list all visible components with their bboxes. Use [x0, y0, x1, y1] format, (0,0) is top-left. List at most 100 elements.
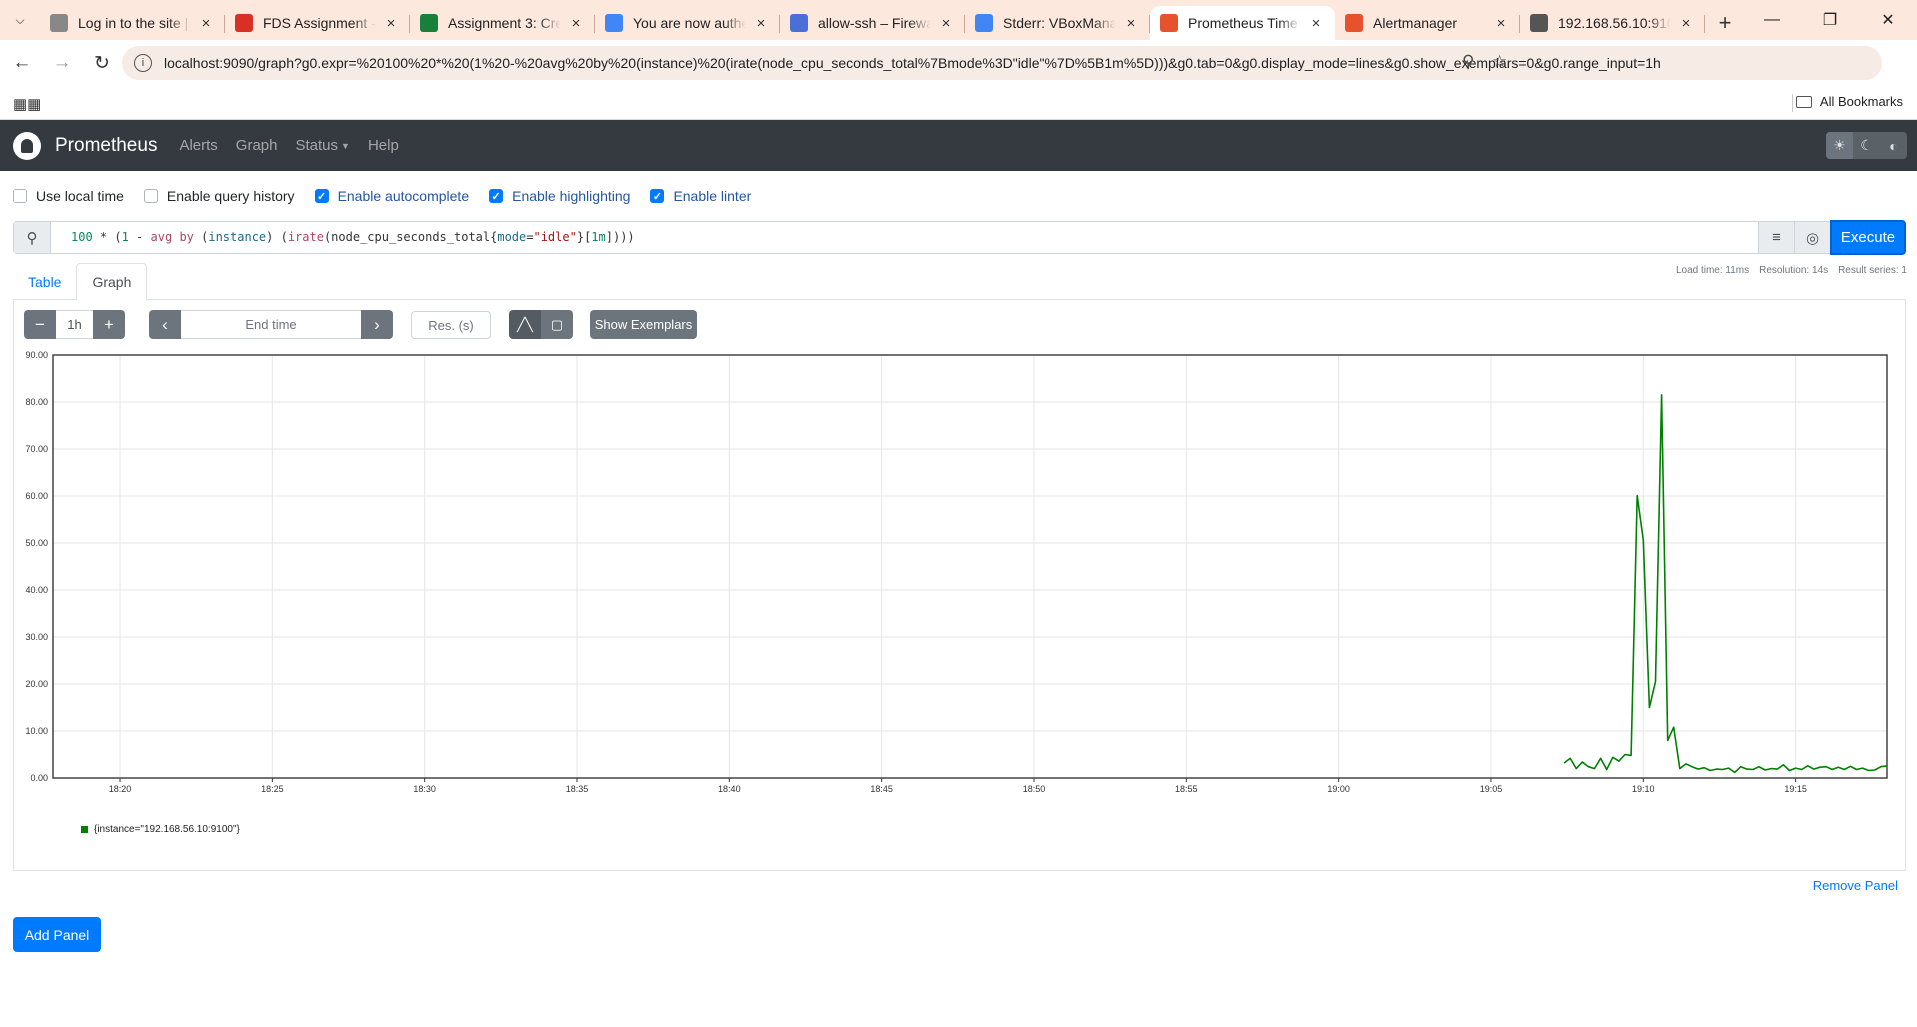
y-tick-label: 60.00	[25, 491, 48, 501]
browser-tab-title: 192.168.56.10:9100/m	[1558, 15, 1671, 31]
close-tab-icon[interactable]: ×	[1307, 15, 1325, 32]
url-omnibox[interactable]: i localhost:9090/graph?g0.expr=%20100%20…	[122, 46, 1882, 80]
checkbox[interactable]	[13, 189, 27, 203]
tab-separator	[1704, 15, 1705, 33]
shield-icon	[790, 14, 808, 32]
decrease-range-button[interactable]: −	[24, 310, 56, 339]
browser-tab[interactable]: Prometheus Time Ser ×	[1150, 6, 1335, 40]
option-use-local-time[interactable]: Use local time	[13, 188, 124, 204]
bookmarks-divider	[1792, 94, 1793, 112]
x-tick-label: 19:00	[1327, 784, 1350, 794]
all-bookmarks-button[interactable]: All Bookmarks	[1795, 94, 1903, 109]
nav-graph[interactable]: Graph	[236, 137, 278, 154]
browser-tab-title: FDS Assignment - g2	[263, 15, 376, 31]
close-window-icon[interactable]: ✕	[1859, 0, 1917, 40]
tab-search-chevron-icon[interactable]: ⌵	[0, 0, 40, 40]
y-tick-label: 30.00	[25, 632, 48, 642]
browser-tab[interactable]: allow-ssh – Firewall r ×	[780, 6, 965, 40]
back-icon[interactable]: ←	[4, 45, 40, 81]
close-tab-icon[interactable]: ×	[197, 15, 215, 32]
later-time-button[interactable]: ›	[361, 310, 393, 339]
browser-tab[interactable]: 192.168.56.10:9100/m ×	[1520, 6, 1705, 40]
increase-range-button[interactable]: +	[93, 310, 125, 339]
earlier-time-button[interactable]: ‹	[149, 310, 181, 339]
close-tab-icon[interactable]: ×	[567, 15, 585, 32]
legend-series-label[interactable]: {instance="192.168.56.10:9100"}	[94, 824, 240, 835]
option-enable-autocomplete[interactable]: ✓ Enable autocomplete	[314, 188, 469, 204]
option-enable-query-history[interactable]: Enable query history	[143, 188, 295, 204]
browser-tab-title: Stderr: VBoxManage.	[1003, 15, 1116, 31]
y-tick-label: 90.00	[25, 350, 48, 360]
browser-tab[interactable]: Log in to the site | IITJ ×	[40, 6, 225, 40]
tab-graph[interactable]: Graph	[76, 263, 148, 301]
option-enable-highlighting[interactable]: ✓ Enable highlighting	[489, 188, 630, 204]
bookmark-star-icon[interactable]: ☆	[1492, 52, 1507, 72]
light-theme-icon[interactable]: ☀	[1826, 132, 1853, 159]
auto-theme-icon[interactable]: ◐	[1880, 132, 1907, 159]
browser-tab-title: allow-ssh – Firewall r	[818, 15, 931, 31]
forward-icon[interactable]: →	[44, 45, 80, 81]
checkbox[interactable]: ✓	[489, 189, 504, 203]
nav-alerts[interactable]: Alerts	[179, 137, 217, 154]
gmail-icon	[235, 14, 253, 32]
option-label: Use local time	[36, 188, 124, 204]
close-tab-icon[interactable]: ×	[752, 15, 770, 32]
lines-mode-icon[interactable]: ╱╲	[509, 310, 541, 339]
window-controls: — ❐ ✕	[1743, 0, 1917, 40]
browser-tab[interactable]: Stderr: VBoxManage. ×	[965, 6, 1150, 40]
stacked-mode-icon[interactable]: ▢	[541, 310, 573, 339]
plot-area	[53, 355, 1887, 778]
nav-help[interactable]: Help	[368, 137, 399, 154]
x-tick-label: 18:30	[413, 784, 436, 794]
add-panel-button[interactable]: Add Panel	[13, 917, 101, 952]
checkbox[interactable]: ✓	[650, 189, 665, 203]
dark-theme-icon[interactable]: ☾	[1853, 132, 1880, 159]
query-stats: Load time: 11ms Resolution: 14s Result s…	[1676, 265, 1907, 276]
restore-icon[interactable]: ❐	[1801, 0, 1859, 40]
apps-grid-icon[interactable]: ▦▦	[13, 95, 41, 113]
format-expression-icon[interactable]: ≡	[1758, 222, 1794, 253]
graph-legend: {instance="192.168.56.10:9100"}	[81, 824, 240, 835]
end-time-input[interactable]: End time	[181, 310, 361, 339]
close-tab-icon[interactable]: ×	[1677, 15, 1695, 32]
option-enable-linter[interactable]: ✓ Enable linter	[650, 188, 751, 204]
cloud-icon	[605, 14, 623, 32]
browser-tab[interactable]: Assignment 3: Create ×	[410, 6, 595, 40]
prometheus-icon	[1345, 14, 1363, 32]
close-tab-icon[interactable]: ×	[937, 15, 955, 32]
browser-tab[interactable]: You are now authentic ×	[595, 6, 780, 40]
site-info-icon[interactable]: i	[134, 54, 152, 72]
zoom-icon[interactable]: ⚲	[1462, 52, 1474, 72]
brand-title[interactable]: Prometheus	[55, 135, 157, 157]
show-exemplars-button[interactable]: Show Exemplars	[590, 310, 697, 339]
bookmarks-bar: ▦▦ All Bookmarks	[0, 86, 1917, 120]
x-tick-label: 18:35	[566, 784, 589, 794]
browser-tab[interactable]: FDS Assignment - g2 ×	[225, 6, 410, 40]
metrics-explorer-icon[interactable]: ◎	[1794, 222, 1830, 253]
x-tick-label: 18:55	[1175, 784, 1198, 794]
nav-status-dropdown[interactable]: Status ▼	[296, 137, 350, 154]
prometheus-navbar: Prometheus Alerts Graph Status ▼ Help ☀ ☾…	[0, 120, 1917, 171]
close-tab-icon[interactable]: ×	[1122, 15, 1140, 32]
globe-icon	[50, 14, 68, 32]
checkbox[interactable]	[143, 189, 158, 203]
nav-status-label: Status	[295, 137, 339, 154]
resolution-input[interactable]: Res. (s)	[411, 311, 491, 339]
x-tick-label: 18:45	[870, 784, 893, 794]
tab-table[interactable]: Table	[13, 263, 76, 300]
checkbox[interactable]: ✓	[314, 189, 329, 203]
y-tick-label: 50.00	[25, 538, 48, 548]
prometheus-logo-icon[interactable]	[13, 131, 41, 160]
expression-input[interactable]: 100 * (1 - avg by (instance) (irate(node…	[51, 222, 1758, 253]
remove-panel-link[interactable]: Remove Panel	[1813, 878, 1898, 893]
close-tab-icon[interactable]: ×	[1492, 15, 1510, 32]
theme-toggle-group: ☀ ☾ ◐	[1826, 132, 1907, 159]
minimize-icon[interactable]: —	[1743, 0, 1801, 40]
range-input[interactable]: 1h	[56, 310, 93, 339]
browser-tab[interactable]: Alertmanager ×	[1335, 6, 1520, 40]
url-text[interactable]: localhost:9090/graph?g0.expr=%20100%20*%…	[164, 55, 1754, 71]
close-tab-icon[interactable]: ×	[382, 15, 400, 32]
execute-button[interactable]: Execute	[1830, 220, 1906, 255]
reload-icon[interactable]: ↻	[84, 45, 120, 81]
new-tab-button[interactable]: +	[1705, 6, 1745, 40]
